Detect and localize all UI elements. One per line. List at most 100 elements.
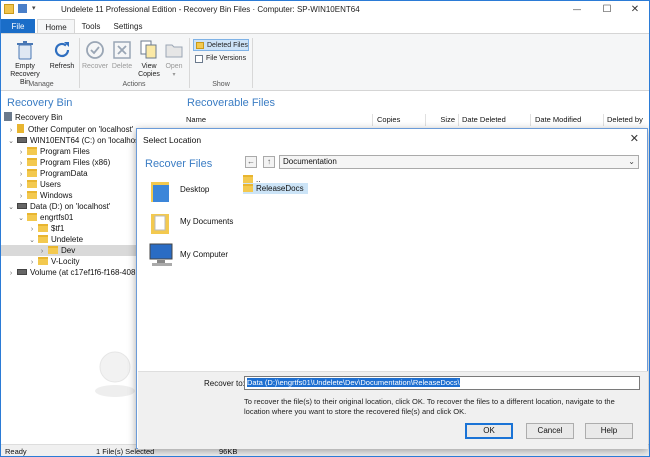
folder-icon [27, 158, 37, 166]
ok-button[interactable]: OK [465, 423, 513, 439]
chevron-down-icon[interactable]: ⌄ [17, 213, 25, 224]
ribbon-tabs: File Home Tools Settings [1, 19, 649, 34]
back-button[interactable]: ← [245, 156, 257, 168]
folder-icon [27, 169, 37, 177]
up-button[interactable]: ↑ [263, 156, 275, 168]
tab-tools[interactable]: Tools [77, 19, 105, 34]
computer-icon [17, 124, 24, 133]
computer-icon [149, 243, 173, 266]
ribbon-separator [252, 38, 253, 88]
folder-icon [38, 224, 48, 232]
tree-item[interactable]: › Volume (at c17ef1f6-f168-4081-8c [7, 267, 151, 278]
save-icon[interactable] [18, 4, 27, 13]
tab-home[interactable]: Home [37, 19, 75, 34]
tree-item[interactable]: › Users [17, 179, 61, 190]
folder-icon [38, 235, 48, 243]
tab-file[interactable]: File [1, 19, 35, 34]
tree-item[interactable]: Recovery Bin [4, 112, 63, 123]
folder-icon [243, 175, 253, 183]
recycle-bin-icon [4, 112, 12, 121]
delete-x-icon [113, 41, 131, 59]
maximize-button[interactable]: ☐ [593, 1, 621, 19]
deleted-files-icon [196, 42, 204, 49]
tree-item[interactable]: ⌄ Undelete [28, 234, 83, 245]
deleted-files-toggle[interactable]: Deleted Files [193, 39, 249, 51]
column-header-name[interactable]: Name [183, 114, 373, 126]
drive-icon [17, 269, 27, 275]
open-button[interactable]: Open ▾ [163, 39, 185, 79]
documents-folder-icon [151, 214, 169, 234]
ribbon-separator [79, 38, 80, 88]
folder-icon [27, 191, 37, 199]
column-header-copies[interactable]: Copies [374, 114, 426, 126]
file-list-item-selected[interactable]: ReleaseDocs [243, 183, 308, 194]
tab-settings[interactable]: Settings [109, 19, 147, 34]
app-icon [4, 4, 14, 14]
refresh-icon [54, 42, 70, 58]
recycle-bin-icon [17, 41, 33, 60]
tree-item[interactable]: ⌄ Data (D:) on 'localhost' [7, 201, 110, 212]
place-desktop[interactable]: Desktop [148, 179, 238, 207]
tree-item[interactable]: › Program Files [17, 146, 90, 157]
quick-access-dropdown-icon[interactable]: ▾ [32, 4, 42, 14]
folder-icon [27, 180, 37, 188]
tree-item[interactable]: › $tf1 [28, 223, 64, 234]
tree-item[interactable]: › ProgramData [17, 168, 88, 179]
window-title: Undelete 11 Professional Edition - Recov… [61, 5, 360, 14]
file-versions-icon [195, 55, 203, 63]
title-bar: ▾ Undelete 11 Professional Edition - Rec… [1, 1, 649, 19]
chevron-down-icon[interactable]: ⌄ [7, 202, 15, 213]
recover-button[interactable]: Recover [82, 39, 108, 71]
column-header-size[interactable]: Size [426, 114, 459, 126]
recover-to-label: Recover to: [204, 379, 245, 388]
folder-icon [48, 246, 58, 254]
group-label-show: Show [212, 81, 230, 88]
recoverable-files-header: Recoverable Files [187, 97, 276, 109]
folder-icon [27, 213, 37, 221]
place-my-documents[interactable]: My Documents [148, 211, 238, 239]
cancel-button[interactable]: Cancel [526, 423, 574, 439]
undelete-logo-icon [95, 351, 135, 397]
dialog-close-button[interactable]: ✕ [630, 132, 639, 145]
view-copies-button[interactable]: View Copies [135, 39, 163, 79]
chevron-down-icon: ▾ [172, 72, 176, 78]
places-bar: Recover Files Desktop My Documents My Co… [138, 152, 238, 393]
column-header-deleted-by[interactable]: Deleted by [604, 114, 649, 126]
group-label-manage: Manage [28, 81, 54, 88]
column-header-date-deleted[interactable]: Date Deleted [459, 114, 531, 126]
drive-icon [17, 137, 27, 143]
main-window: ▾ Undelete 11 Professional Edition - Rec… [0, 0, 650, 457]
minimize-button[interactable]: — [563, 1, 591, 19]
file-versions-toggle[interactable]: File Versions [193, 53, 249, 65]
folder-icon [38, 257, 48, 265]
tree-item[interactable]: › Program Files (x86) [17, 157, 110, 168]
help-button[interactable]: Help [585, 423, 633, 439]
select-location-dialog: Select Location ✕ Recover Files Desktop … [136, 128, 648, 449]
open-folder-icon [165, 44, 183, 58]
tree-item[interactable]: › V-Locity [28, 256, 79, 267]
desktop-folder-icon [151, 182, 169, 202]
refresh-button[interactable]: Refresh [47, 39, 77, 71]
tree-item[interactable]: › Other Computer on 'localhost' [7, 124, 133, 135]
chevron-down-icon[interactable]: ⌄ [7, 136, 15, 147]
recover-to-field[interactable]: Data (D:)\engrtfs01\Undelete\Dev\Documen… [244, 376, 640, 390]
tree-item[interactable]: ⌄ engrtfs01 [17, 212, 73, 223]
quick-access-toolbar: ▾ [4, 4, 50, 16]
dialog-title: Select Location [143, 135, 202, 145]
tree-item[interactable]: › Windows [17, 190, 72, 201]
chevron-down-icon[interactable]: ⌄ [628, 156, 635, 168]
group-label-actions: Actions [122, 81, 146, 88]
location-combo[interactable]: Documentation ⌄ [279, 155, 639, 169]
copies-icon [140, 40, 157, 59]
place-my-computer[interactable]: My Computer [148, 242, 238, 276]
recovery-bin-header: Recovery Bin [7, 97, 73, 109]
close-button[interactable]: ✕ [621, 1, 649, 19]
empty-recovery-bin-button[interactable]: Empty Recovery Bin [5, 39, 45, 87]
status-ready: Ready [5, 447, 27, 456]
delete-button[interactable]: Delete [109, 39, 135, 71]
column-header-date-modified[interactable]: Date Modified [532, 114, 604, 126]
tree-item[interactable]: ⌄ WIN10ENT64 (C:) on 'localhost' [7, 135, 143, 146]
chevron-right-icon[interactable]: › [7, 268, 15, 279]
check-circle-icon [86, 41, 104, 59]
drive-icon [17, 203, 27, 209]
